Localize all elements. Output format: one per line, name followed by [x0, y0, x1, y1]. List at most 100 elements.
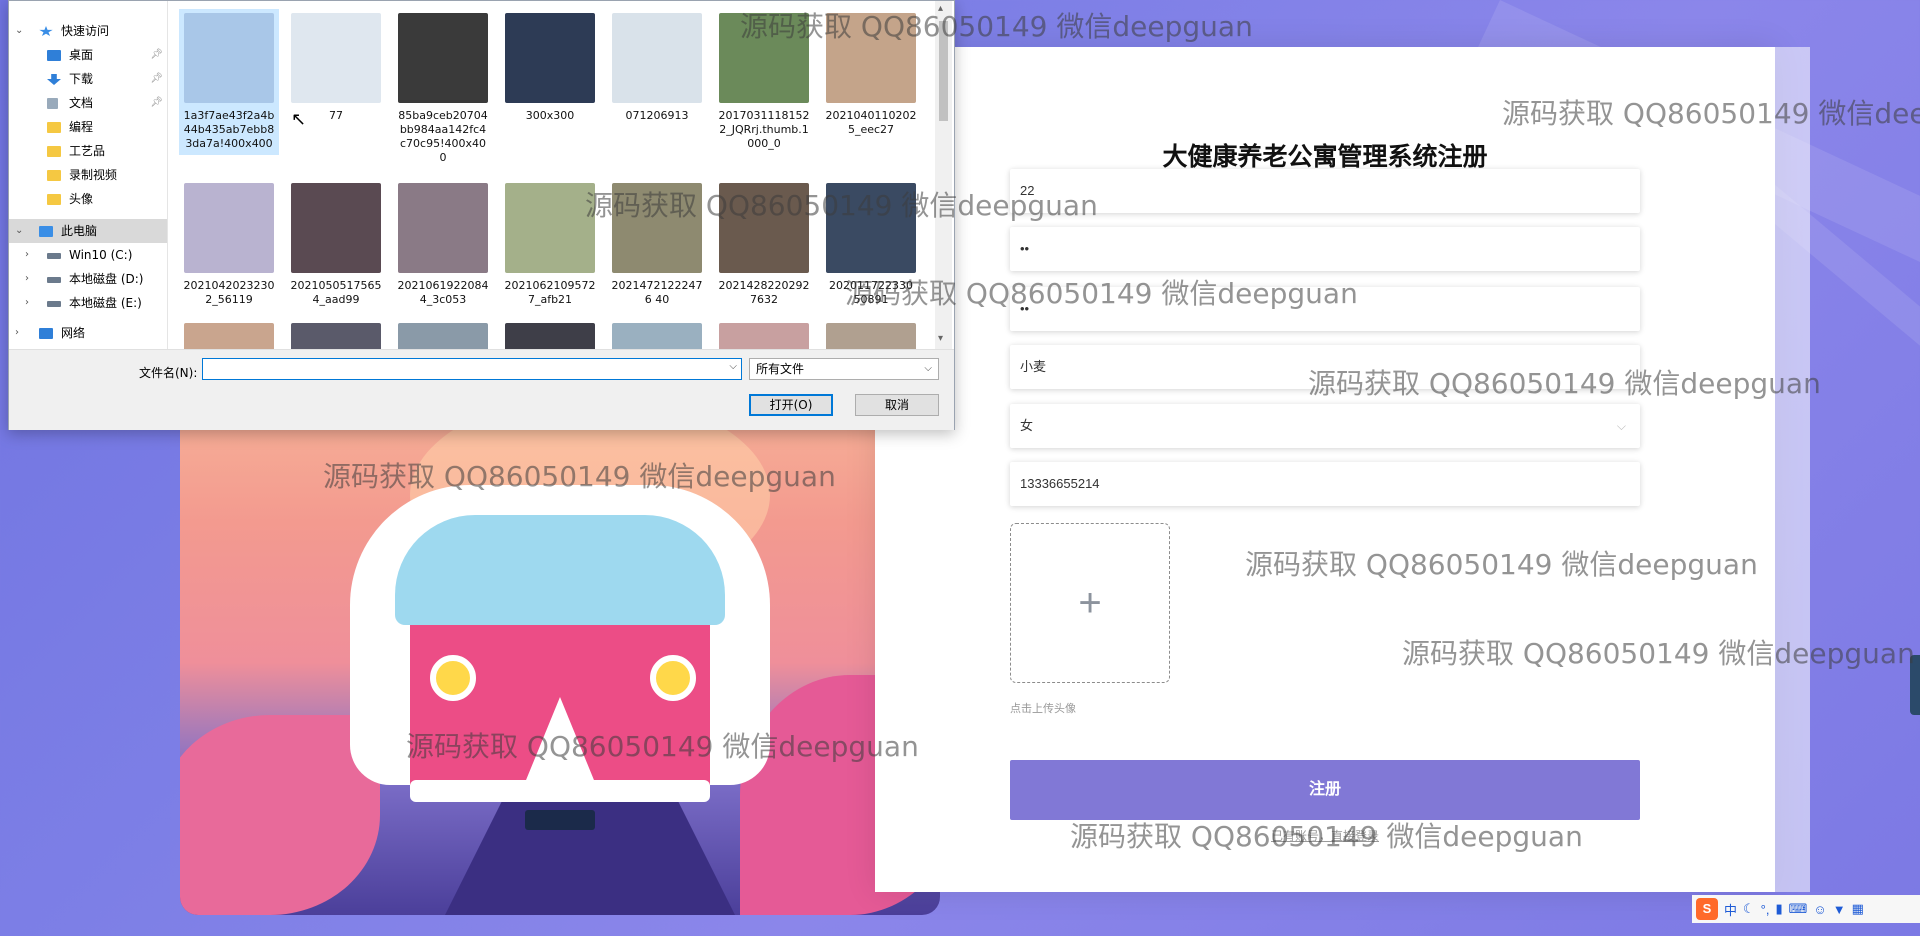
drive-icon	[47, 301, 61, 307]
file-thumbnail	[184, 323, 274, 349]
network-icon	[39, 328, 53, 339]
nav-label: 本地磁盘 (D:)	[69, 272, 144, 286]
file-thumbnail	[505, 183, 595, 273]
filetype-select[interactable]: 所有文件 ⌵	[749, 358, 939, 380]
nav-item-documents[interactable]: 文档 📌︎	[9, 91, 167, 115]
punct-icon[interactable]: °,	[1761, 902, 1770, 917]
pane-divider[interactable]	[167, 1, 168, 349]
document-icon	[47, 98, 58, 109]
nav-item-drive-c[interactable]: › Win10 (C:)	[9, 243, 167, 267]
scroll-up-icon[interactable]: ▴	[938, 3, 943, 14]
nav-item-folder[interactable]: 录制视频	[9, 163, 167, 187]
file-tile[interactable]: 20214721222476 40	[607, 179, 707, 311]
system-tray: S 中 ☾ °, ▮ ⌨ ☺ ▼ ▦	[1692, 895, 1920, 923]
expand-arrow-icon[interactable]: ⌄	[15, 19, 23, 43]
grid-icon[interactable]: ▦	[1852, 901, 1864, 917]
filename-input[interactable]: ⌵	[202, 358, 742, 380]
open-button[interactable]: 打开(O)	[749, 394, 833, 416]
file-tile[interactable]: 20214282202927632	[714, 179, 814, 311]
file-name: 20210420232302_56119	[183, 279, 275, 306]
expand-arrow-icon[interactable]: ›	[15, 321, 19, 345]
file-tile[interactable]	[821, 319, 921, 349]
nav-label: 桌面	[69, 48, 94, 62]
scrollbar-thumb[interactable]	[939, 21, 948, 121]
avatar-upload[interactable]: +	[1010, 523, 1170, 683]
file-thumbnail	[184, 13, 274, 103]
login-link[interactable]: 已有账号，直接登录	[875, 827, 1775, 844]
account-field[interactable]: 22	[1010, 169, 1640, 213]
nav-item-folder[interactable]: 工艺品	[9, 139, 167, 163]
chevron-down-icon[interactable]: ⌵	[729, 361, 737, 372]
file-tile[interactable]: 300x300	[500, 9, 600, 127]
expand-arrow-icon[interactable]: ⌄	[15, 219, 23, 243]
phone-field[interactable]: 13336655214	[1010, 462, 1640, 506]
password-field[interactable]: ••	[1010, 227, 1640, 271]
expand-arrow-icon[interactable]: ›	[25, 267, 29, 291]
pin-icon: 📌︎	[150, 73, 163, 84]
ime-logo-icon[interactable]: S	[1696, 898, 1718, 920]
file-tile[interactable]	[286, 319, 386, 349]
moon-icon[interactable]: ☾	[1743, 901, 1755, 917]
nav-item-drive-d[interactable]: › 本地磁盘 (D:)	[9, 267, 167, 291]
keyboard-icon[interactable]: ⌨	[1789, 901, 1808, 917]
file-tile[interactable]: 1a3f7ae43f2a4b44b435ab7ebb83da7a!400x400	[179, 9, 279, 155]
nav-item-folder[interactable]: 编程	[9, 115, 167, 139]
folder-icon	[47, 122, 61, 133]
nav-item-network[interactable]: › 网络	[9, 321, 167, 345]
nav-item-downloads[interactable]: 下载 📌︎	[9, 67, 167, 91]
scroll-down-icon[interactable]: ▾	[938, 333, 943, 344]
file-thumbnail	[398, 13, 488, 103]
file-name: 20214282202927632	[718, 279, 810, 306]
side-handle[interactable]	[1910, 655, 1920, 715]
expand-arrow-icon[interactable]: ›	[25, 243, 29, 267]
file-thumbnail	[184, 183, 274, 273]
file-tile[interactable]: 20210420232302_56119	[179, 179, 279, 311]
ime-mode[interactable]: 中	[1724, 900, 1737, 919]
file-name: 20170311181522_JQRrj.thumb.1000_0	[718, 109, 810, 150]
file-tile[interactable]	[179, 319, 279, 349]
file-tile[interactable]	[714, 319, 814, 349]
pin-icon: 📌︎	[150, 49, 163, 60]
mic-icon[interactable]: ▮	[1775, 901, 1782, 917]
nav-label: 编程	[69, 120, 94, 134]
nav-label: 头像	[69, 192, 94, 206]
cancel-button[interactable]: 取消	[855, 394, 939, 416]
illustration-card	[180, 355, 940, 915]
file-tile[interactable]: 202011722330 50891	[821, 179, 921, 311]
expand-arrow-icon[interactable]: ›	[25, 291, 29, 315]
file-tile[interactable]: 20210505175654_aad99	[286, 179, 386, 311]
file-tile[interactable]	[500, 319, 600, 349]
phone-value: 13336655214	[1020, 476, 1100, 491]
scrollbar[interactable]: ▴ ▾	[935, 1, 952, 349]
file-tile[interactable]: 20210621095727_afb21	[500, 179, 600, 311]
name-field[interactable]: 小麦	[1010, 345, 1640, 389]
van-plate	[525, 810, 595, 830]
upload-hint: 点击上传头像	[1010, 703, 1076, 715]
nav-label: 本地磁盘 (E:)	[69, 296, 142, 310]
nav-label: 工艺品	[69, 144, 106, 158]
nav-item-quick-access[interactable]: ⌄ 快速访问	[9, 19, 167, 43]
gender-select[interactable]: 女 ⌵	[1010, 404, 1640, 448]
file-thumbnail	[826, 13, 916, 103]
file-thumbnail	[398, 323, 488, 349]
nav-item-folder[interactable]: 头像	[9, 187, 167, 211]
nav-item-drive-e[interactable]: › 本地磁盘 (E:)	[9, 291, 167, 315]
nav-item-this-pc[interactable]: ⌄ 此电脑	[9, 219, 167, 243]
nav-item-desktop[interactable]: 桌面 📌︎	[9, 43, 167, 67]
confirm-password-field[interactable]: ••	[1010, 287, 1640, 331]
file-thumbnail	[505, 13, 595, 103]
file-thumbnail	[719, 183, 809, 273]
file-tile[interactable]: 20210619220844_3c053	[393, 179, 493, 311]
file-tile[interactable]: 85ba9ceb20704bb984aa142fc4c70c95!400x400	[393, 9, 493, 169]
file-thumbnail	[291, 183, 381, 273]
file-tile[interactable]	[607, 319, 707, 349]
register-button[interactable]: 注册	[1010, 760, 1640, 820]
folder-icon	[47, 146, 61, 157]
user-icon[interactable]: ☺	[1813, 902, 1826, 917]
file-tile[interactable]: 20170311181522_JQRrj.thumb.1000_0	[714, 9, 814, 155]
file-tile[interactable]	[393, 319, 493, 349]
file-tile[interactable]: 20210401102025_eec27	[821, 9, 921, 141]
van-window	[395, 515, 725, 625]
shirt-icon[interactable]: ▼	[1833, 902, 1846, 917]
file-tile[interactable]: 071206913	[607, 9, 707, 127]
